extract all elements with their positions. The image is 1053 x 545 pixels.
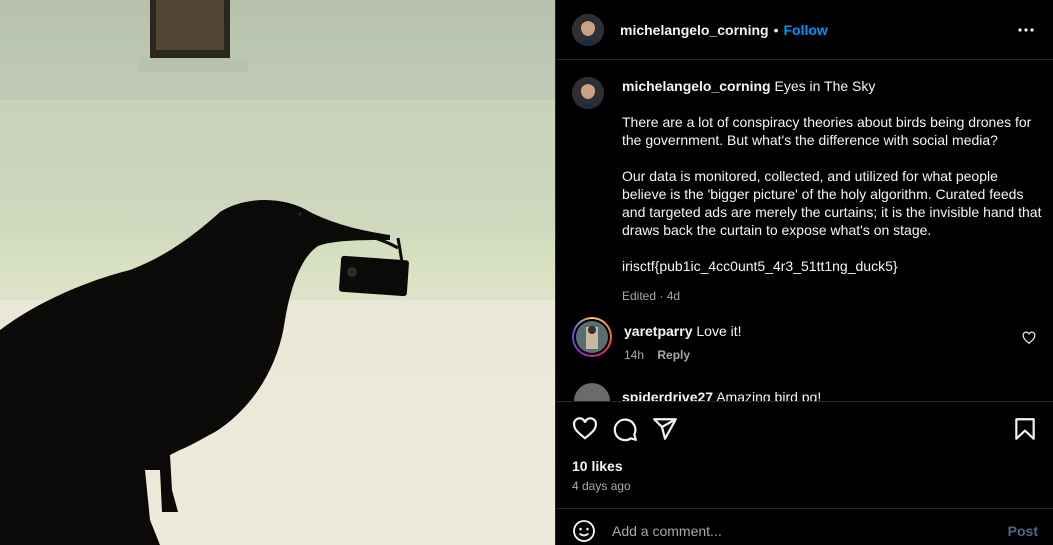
post-image[interactable] bbox=[0, 0, 555, 545]
reply-button[interactable]: Reply bbox=[657, 348, 690, 362]
bookmark-icon[interactable] bbox=[1012, 416, 1038, 442]
caption-flag-text: irisctf{pub1ic_4cc0unt5_4r3_51tt1ng_duck… bbox=[622, 258, 898, 274]
comment-text: Love it! bbox=[696, 323, 742, 339]
comment-text: Amazing bird pg! bbox=[716, 389, 822, 401]
comment-item: spiderdrive27 Amazing bird pg! bbox=[572, 383, 1042, 401]
instagram-post: michelangelo_corning • Follow michelange… bbox=[0, 0, 1053, 545]
commenter-avatar bbox=[576, 321, 608, 353]
follow-button[interactable]: Follow bbox=[784, 22, 828, 38]
add-comment-bar: Post bbox=[556, 508, 1053, 545]
likes-count[interactable]: 10 likes bbox=[572, 458, 623, 474]
caption-title: Eyes in The Sky bbox=[774, 78, 876, 94]
comment-input[interactable] bbox=[612, 523, 1008, 539]
caption-paragraph-2: Our data is monitored, collected, and ut… bbox=[622, 168, 1042, 238]
comment-username[interactable]: spiderdrive27 bbox=[622, 389, 713, 401]
caption-meta: Edited · 4d bbox=[622, 289, 681, 303]
share-icon[interactable] bbox=[652, 416, 678, 442]
author-avatar[interactable] bbox=[572, 13, 604, 46]
heart-icon[interactable] bbox=[572, 416, 598, 442]
comment-username[interactable]: yaretparry bbox=[624, 323, 693, 339]
caption-username[interactable]: michelangelo_corning bbox=[622, 78, 771, 94]
post-actions: 10 likes 4 days ago bbox=[556, 401, 1053, 507]
post-comment-button[interactable]: Post bbox=[1008, 523, 1038, 539]
emoji-icon[interactable] bbox=[572, 519, 596, 543]
caption-heading: michelangelo_corning Eyes in The Sky bbox=[622, 77, 1042, 95]
comment-time: 14h bbox=[624, 348, 645, 362]
commenter-avatar[interactable] bbox=[574, 383, 610, 401]
post-time-ago: 4 days ago bbox=[572, 479, 631, 493]
crow-camera-image bbox=[0, 0, 555, 545]
commenter-avatar-ring[interactable] bbox=[572, 317, 612, 357]
author-username[interactable]: michelangelo_corning bbox=[620, 22, 769, 38]
post-header: michelangelo_corning • Follow bbox=[556, 0, 1053, 60]
post-side-panel: michelangelo_corning • Follow michelange… bbox=[555, 0, 1053, 545]
post-caption: michelangelo_corning Eyes in The Sky The… bbox=[572, 77, 1042, 303]
caption-paragraph-1: There are a lot of conspiracy theories a… bbox=[622, 114, 1032, 148]
comment-icon[interactable] bbox=[612, 416, 638, 442]
comment-item: yaretparry Love it! 14h Reply bbox=[572, 317, 1042, 362]
more-icon[interactable] bbox=[1014, 18, 1038, 42]
small-heart-icon[interactable] bbox=[1022, 331, 1036, 345]
caption-author-avatar[interactable] bbox=[572, 77, 604, 109]
separator-dot: • bbox=[773, 21, 779, 38]
comments-section[interactable]: michelangelo_corning Eyes in The Sky The… bbox=[556, 61, 1053, 401]
